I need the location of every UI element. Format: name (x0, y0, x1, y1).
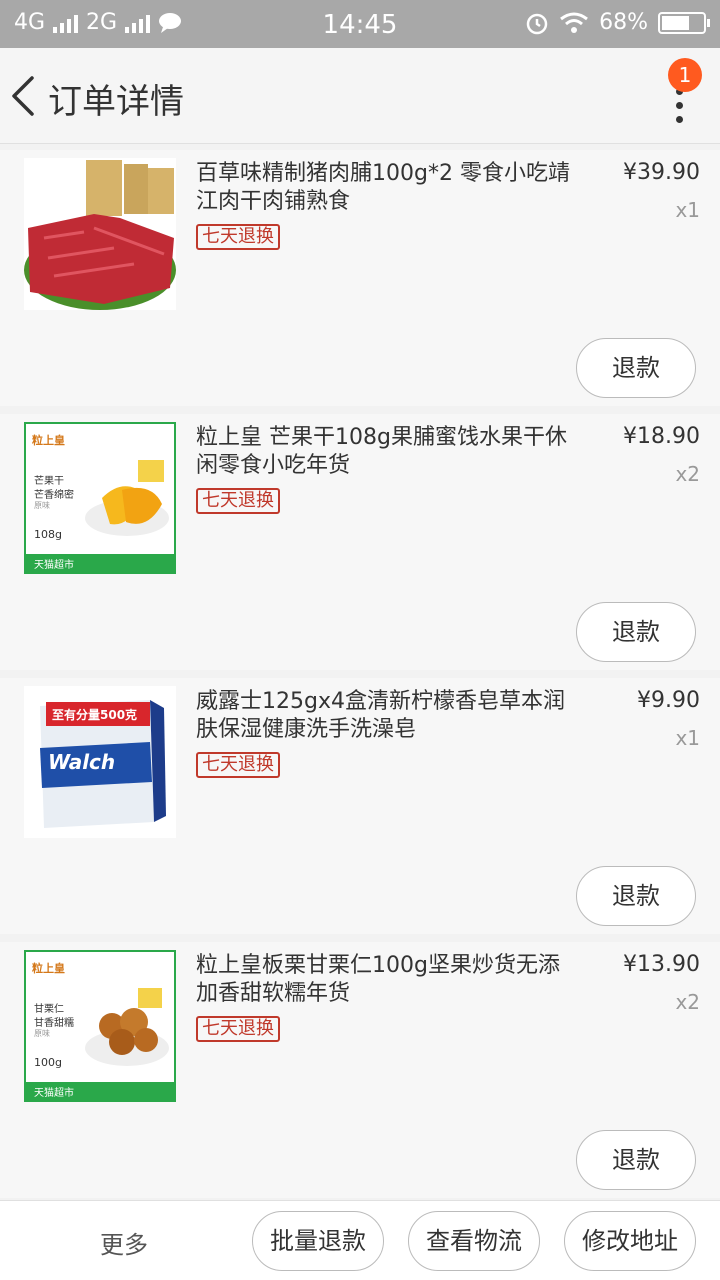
product-quantity: x2 (675, 462, 700, 486)
status-bar: 4G 2G 14:45 68% (0, 0, 720, 48)
back-arrow-icon[interactable] (6, 74, 46, 118)
change-address-button[interactable]: 修改地址 (564, 1211, 696, 1271)
battery-fill (662, 15, 689, 30)
thumb-line3: 原味 (34, 501, 50, 510)
order-item: 百草味精制猪肉脯100g*2 零食小吃靖江肉干肉铺熟食 七天退换 ¥39.90 … (0, 150, 720, 406)
view-logistics-button[interactable]: 查看物流 (408, 1211, 540, 1271)
product-name[interactable]: 百草味精制猪肉脯100g*2 零食小吃靖江肉干肉铺熟食 (196, 160, 576, 216)
return-policy-tag: 七天退换 (196, 752, 280, 778)
page-title: 订单详情 (48, 82, 184, 122)
wifi-icon (560, 12, 589, 33)
order-item: 粒上皇 芒果干 芒香绵密 原味 108g 天猫超市 粒上皇 芒果干108g果脯蜜… (0, 414, 720, 670)
product-price: ¥18.90 (623, 424, 700, 449)
product-price: ¥9.90 (637, 688, 700, 713)
thumb-promo: 至有分量500克 (52, 708, 138, 722)
product-thumbnail-soap[interactable]: 至有分量500克 Walch (24, 686, 176, 838)
product-thumbnail-chestnut[interactable]: 粒上皇 甘栗仁 甘香甜糯 原味 100g 天猫超市 (24, 950, 176, 1102)
mango-image (85, 460, 169, 536)
thumb-footer: 天猫超市 (34, 560, 74, 571)
thumb-line2: 甘香甜糯 (34, 1018, 74, 1029)
thumb-line2: 芒香绵密 (34, 490, 74, 501)
battery-icon (658, 11, 710, 34)
chestnut-image (85, 988, 169, 1066)
refund-button[interactable]: 退款 (576, 338, 696, 398)
order-item: 至有分量500克 Walch 威露士125gx4盒清新柠檬香皂草本润肤保湿健康洗… (0, 678, 720, 934)
return-policy-tag: 七天退换 (196, 224, 280, 250)
thumb-line1: 甘栗仁 (34, 1004, 64, 1015)
product-quantity: x1 (675, 726, 700, 750)
product-quantity: x2 (675, 990, 700, 1014)
product-price: ¥13.90 (623, 952, 700, 977)
return-policy-tag: 七天退换 (196, 488, 280, 514)
batch-refund-button[interactable]: 批量退款 (252, 1211, 384, 1271)
product-name[interactable]: 粒上皇板栗甘栗仁100g坚果炒货无添加香甜软糯年货 (196, 952, 576, 1008)
bottom-action-bar: 更多 批量退款 查看物流 修改地址 (0, 1200, 720, 1280)
thumb-weight: 100g (34, 1056, 62, 1069)
order-item: 粒上皇 甘栗仁 甘香甜糯 原味 100g 天猫超市 粒上皇板栗甘栗仁100g坚果… (0, 942, 720, 1198)
thumb-brand: 粒上皇 (32, 434, 65, 447)
status-right: 68% (525, 10, 710, 35)
alarm-icon (526, 13, 548, 34)
refund-button[interactable]: 退款 (576, 602, 696, 662)
product-name[interactable]: 威露士125gx4盒清新柠檬香皂草本润肤保湿健康洗手洗澡皂 (196, 688, 576, 744)
refund-button[interactable]: 退款 (576, 1130, 696, 1190)
more-link[interactable]: 更多 (100, 1225, 148, 1260)
refund-button[interactable]: 退款 (576, 866, 696, 926)
product-name[interactable]: 粒上皇 芒果干108g果脯蜜饯水果干休闲零食小吃年货 (196, 424, 576, 480)
app-header: 订单详情 1 (0, 48, 720, 144)
thumb-footer: 天猫超市 (34, 1088, 74, 1099)
thumb-brand: Walch (48, 750, 116, 774)
thumb-footer-bar: 天猫超市 (26, 554, 174, 572)
product-price: ¥39.90 (623, 160, 700, 185)
thumb-footer-bar: 天猫超市 (26, 1082, 174, 1100)
product-thumbnail-pork-jerky[interactable] (24, 158, 176, 310)
thumb-line3: 原味 (34, 1029, 50, 1038)
notification-badge: 1 (668, 58, 702, 92)
thumb-weight: 108g (34, 528, 62, 541)
battery-percent: 68% (599, 10, 648, 35)
order-item-list: 百草味精制猪肉脯100g*2 零食小吃靖江肉干肉铺熟食 七天退换 ¥39.90 … (0, 150, 720, 1206)
return-policy-tag: 七天退换 (196, 1016, 280, 1042)
more-menu-icon[interactable] (674, 88, 686, 128)
product-quantity: x1 (675, 198, 700, 222)
thumb-brand: 粒上皇 (32, 962, 65, 975)
thumb-line1: 芒果干 (34, 476, 64, 487)
product-thumbnail-mango[interactable]: 粒上皇 芒果干 芒香绵密 原味 108g 天猫超市 (24, 422, 176, 574)
